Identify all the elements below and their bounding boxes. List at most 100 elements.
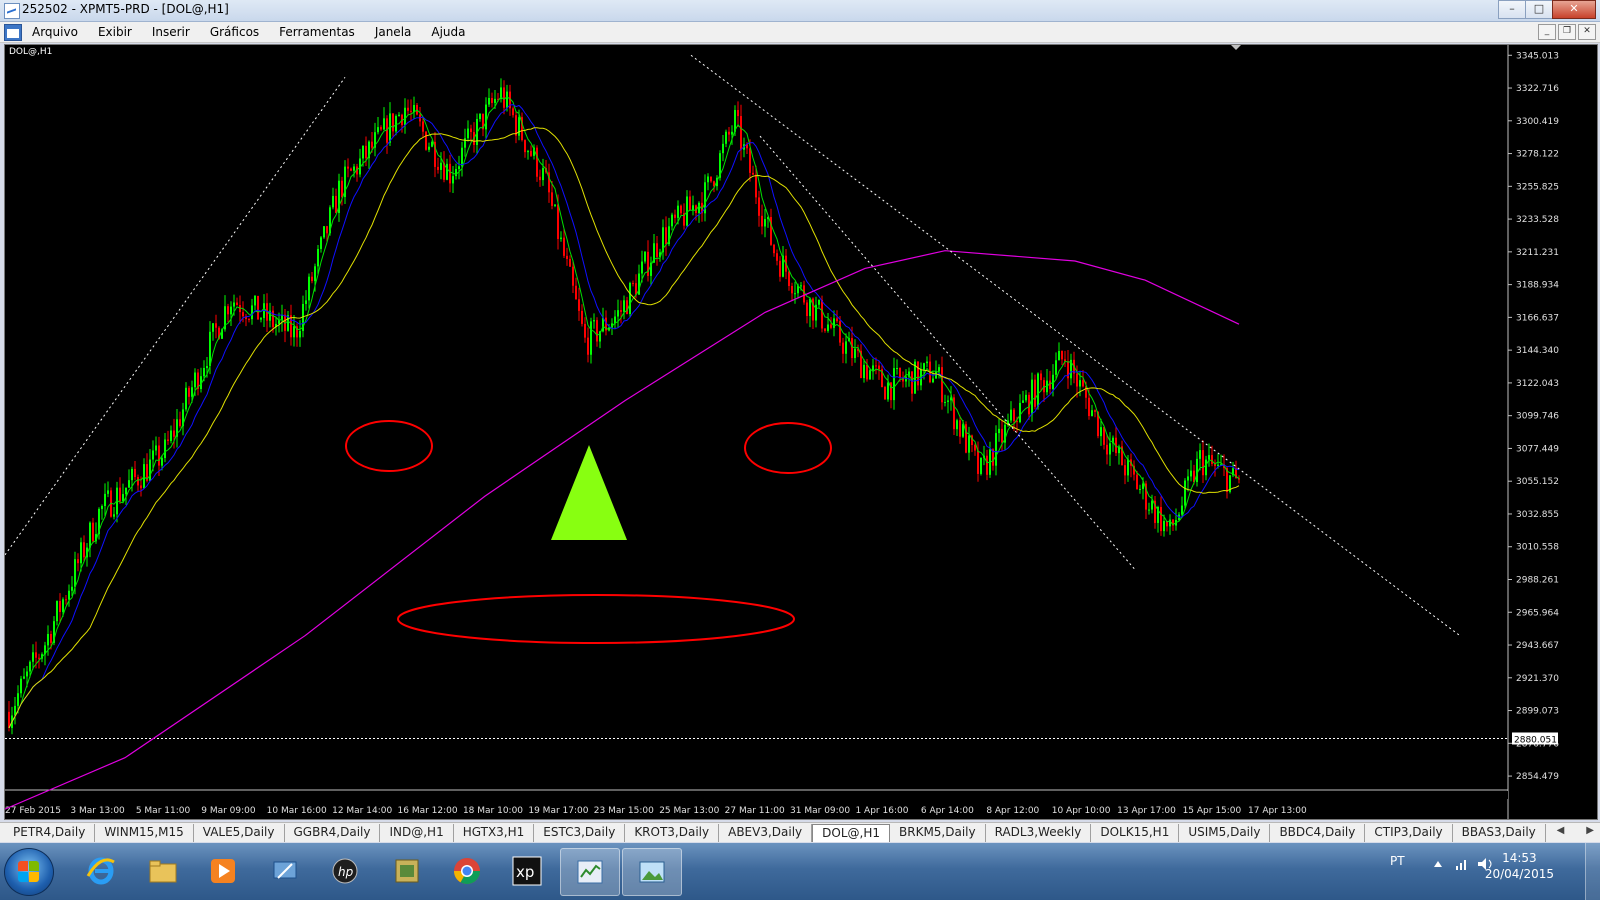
candle-body <box>404 107 406 126</box>
menu-item-arquivo[interactable]: Arquivo <box>22 24 88 40</box>
tab-winm15-m15[interactable]: WINM15,M15 <box>95 824 194 842</box>
candle-body <box>194 372 196 388</box>
time-tick-label: 10 Apr 10:00 <box>1052 806 1111 816</box>
tab-scroll-left-icon[interactable]: ◀ <box>1557 825 1565 836</box>
menu-item-janela[interactable]: Janela <box>365 24 422 40</box>
tab-abev3-daily[interactable]: ABEV3,Daily <box>719 824 813 842</box>
candle-body <box>317 248 319 267</box>
minimize-button[interactable]: – <box>1498 0 1526 19</box>
archive-app-button[interactable] <box>378 848 436 894</box>
language-indicator[interactable]: PT <box>1390 854 1405 868</box>
window-controls: – □ ✕ <box>1498 0 1596 19</box>
candle-body <box>1136 474 1138 490</box>
candle-body <box>752 172 754 175</box>
tab-vale5-daily[interactable]: VALE5,Daily <box>194 824 285 842</box>
tab-ind-h1[interactable]: IND@,H1 <box>380 824 454 842</box>
candle-body <box>389 113 391 143</box>
chart-window[interactable]: 3345.013 3322.716 3300.419 3278.122 3255.825… <box>4 44 1598 820</box>
menu-item-ajuda[interactable]: Ajuda <box>421 24 475 40</box>
show-desktop-button[interactable] <box>1585 843 1600 900</box>
hp-app-button[interactable]: hp <box>316 848 374 894</box>
candle-body <box>1142 483 1144 489</box>
document-icon[interactable] <box>4 24 22 41</box>
time-tick-label: 25 Mar 13:00 <box>659 806 719 816</box>
candle-body <box>575 285 577 300</box>
tab-usim5-daily[interactable]: USIM5,Daily <box>1179 824 1271 842</box>
mdi-minimize-button[interactable]: _ <box>1538 24 1556 40</box>
tab-krot3-daily[interactable]: KROT3,Daily <box>625 824 720 842</box>
candle-body <box>377 127 379 133</box>
candle-body <box>944 401 946 403</box>
media-player-button[interactable] <box>194 848 252 894</box>
candle-body <box>29 661 31 672</box>
network-app-button[interactable] <box>256 848 314 894</box>
tab-dolk15-h1[interactable]: DOLK15,H1 <box>1091 824 1180 842</box>
candle-body <box>479 113 481 119</box>
candle-body <box>1148 509 1150 511</box>
candle-body <box>896 367 898 369</box>
tab-ctip3-daily[interactable]: CTIP3,Daily <box>1365 824 1453 842</box>
candle-body <box>80 542 82 564</box>
candle-body <box>341 180 343 198</box>
close-button[interactable]: ✕ <box>1552 0 1596 19</box>
chrome-button[interactable] <box>438 848 496 894</box>
metatrader-button[interactable] <box>560 848 620 896</box>
candle-body <box>380 127 382 130</box>
candle-body <box>998 428 1000 434</box>
tab-scroll-right-icon[interactable]: ▶ <box>1586 825 1594 836</box>
candle-body <box>485 104 487 130</box>
maximize-button[interactable]: □ <box>1525 0 1553 19</box>
tab-hgtx3-h1[interactable]: HGTX3,H1 <box>454 824 535 842</box>
candle-body <box>824 328 826 331</box>
tab-bbas3-daily[interactable]: BBAS3,Daily <box>1453 824 1546 842</box>
hp-icon: hp <box>332 858 358 884</box>
tab-petr4-daily[interactable]: PETR4,Daily <box>4 824 96 842</box>
candle-body <box>179 419 181 427</box>
candle-body <box>851 338 853 359</box>
candle-body <box>56 600 58 622</box>
menu-item-exibir[interactable]: Exibir <box>88 24 142 40</box>
clock[interactable]: 14:53 20/04/2015 <box>1485 850 1554 882</box>
candle-body <box>572 266 574 286</box>
candle-body <box>980 457 982 474</box>
tab-ggbr4-daily[interactable]: GGBR4,Daily <box>285 824 381 842</box>
clock-date: 20/04/2015 <box>1484 867 1554 881</box>
candle-body <box>722 143 724 154</box>
symbol-label: DOL@,H1 <box>9 47 53 57</box>
tab-estc3-daily[interactable]: ESTC3,Daily <box>534 824 626 842</box>
candle-body <box>1010 409 1012 421</box>
candle-body <box>413 105 415 112</box>
candle-body <box>968 435 970 453</box>
image-viewer-icon <box>639 861 665 883</box>
price-chart[interactable]: 3345.013 3322.716 3300.419 3278.122 3255.825… <box>5 45 1597 819</box>
tab-radl3-weekly[interactable]: RADL3,Weekly <box>986 824 1092 842</box>
left-eye-ellipse <box>345 420 433 472</box>
internet-explorer-button[interactable] <box>72 848 130 894</box>
mdi-restore-button[interactable]: ❐ <box>1558 24 1576 40</box>
candle-body <box>1019 402 1021 423</box>
start-button[interactable] <box>4 848 54 896</box>
moving-average-green <box>8 96 1240 729</box>
menu-item-graficos[interactable]: Gráficos <box>200 24 269 40</box>
candle-body <box>563 237 565 256</box>
time-tick-label: 27 Mar 11:00 <box>725 806 785 816</box>
price-tick-label: 3055.152 <box>1516 477 1559 487</box>
candle-body <box>398 114 400 116</box>
file-explorer-button[interactable] <box>134 848 192 894</box>
menu-item-inserir[interactable]: Inserir <box>142 24 200 40</box>
tab-dol-h1[interactable]: DOL@,H1 <box>812 824 890 842</box>
menu-item-ferramentas[interactable]: Ferramentas <box>269 24 365 40</box>
candle-body <box>89 522 91 548</box>
candle-body <box>641 261 643 274</box>
price-tick-label: 3255.825 <box>1516 182 1559 192</box>
candle-body <box>884 387 886 400</box>
tab-brkm5-daily[interactable]: BRKM5,Daily <box>890 824 986 842</box>
mdi-close-button[interactable]: ✕ <box>1578 24 1596 40</box>
price-tick-label: 3099.746 <box>1516 412 1559 422</box>
tab-bbdc4-daily[interactable]: BBDC4,Daily <box>1270 824 1366 842</box>
candle-body <box>878 365 880 370</box>
title-bar: 252502 - XPMT5-PRD - [DOL@,H1] – □ ✕ <box>0 0 1600 22</box>
image-viewer-button[interactable] <box>622 848 682 896</box>
candle-body <box>842 342 844 354</box>
xp-investimentos-button[interactable]: xp <box>498 848 556 894</box>
